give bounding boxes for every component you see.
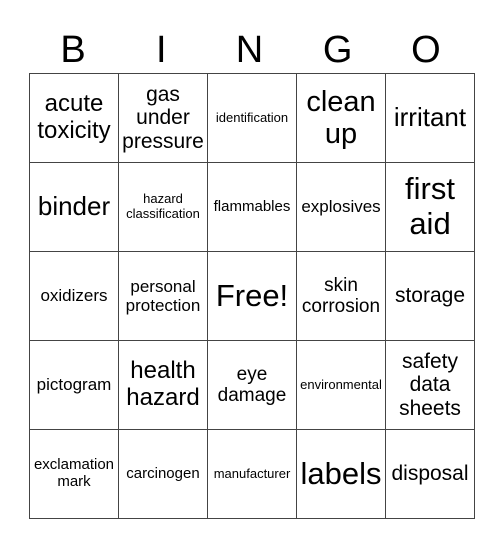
bingo-cell[interactable]: acute toxicity xyxy=(29,73,119,163)
bingo-cell[interactable]: health hazard xyxy=(118,340,208,430)
free-space-cell[interactable]: Free! xyxy=(207,251,297,341)
header-letter-n: N xyxy=(235,29,264,71)
bingo-cell[interactable]: personal protection xyxy=(118,251,208,341)
bingo-cell[interactable]: binder xyxy=(29,162,119,252)
bingo-cell[interactable]: disposal xyxy=(385,429,475,519)
bingo-cell[interactable]: safety data sheets xyxy=(385,340,475,430)
bingo-cell[interactable]: labels xyxy=(296,429,386,519)
bingo-cell[interactable]: storage xyxy=(385,251,475,341)
card-row: binder hazard classification flammables … xyxy=(29,162,475,252)
card-row: exclamation mark carcinogen manufacturer… xyxy=(29,429,475,519)
bingo-cell[interactable]: manufacturer xyxy=(207,429,297,519)
bingo-cell[interactable]: environmental xyxy=(296,340,386,430)
bingo-cell[interactable]: skin corrosion xyxy=(296,251,386,341)
bingo-cell[interactable]: flammables xyxy=(207,162,297,252)
header-letter-o: O xyxy=(411,29,441,71)
card-row: pictogram health hazard eye damage envir… xyxy=(29,340,475,430)
card-row: oxidizers personal protection Free! skin… xyxy=(29,251,475,341)
bingo-cell[interactable]: identification xyxy=(207,73,297,163)
bingo-header: B I N G O xyxy=(29,28,470,72)
header-letter-g: G xyxy=(322,29,353,71)
bingo-cell[interactable]: explosives xyxy=(296,162,386,252)
card-row: acute toxicity gas under pressure identi… xyxy=(29,73,475,163)
bingo-cell[interactable]: pictogram xyxy=(29,340,119,430)
bingo-cell[interactable]: first aid xyxy=(385,162,475,252)
bingo-cell[interactable]: hazard classification xyxy=(118,162,208,252)
bingo-cell[interactable]: exclamation mark xyxy=(29,429,119,519)
bingo-cell[interactable]: eye damage xyxy=(207,340,297,430)
bingo-cell[interactable]: irritant xyxy=(385,73,475,163)
bingo-cell[interactable]: gas under pressure xyxy=(118,73,208,163)
bingo-cell[interactable]: carcinogen xyxy=(118,429,208,519)
header-letter-i: I xyxy=(156,29,167,71)
bingo-cell[interactable]: clean up xyxy=(296,73,386,163)
bingo-card: acute toxicity gas under pressure identi… xyxy=(29,73,475,519)
header-letter-b: B xyxy=(60,29,86,71)
bingo-cell[interactable]: oxidizers xyxy=(29,251,119,341)
